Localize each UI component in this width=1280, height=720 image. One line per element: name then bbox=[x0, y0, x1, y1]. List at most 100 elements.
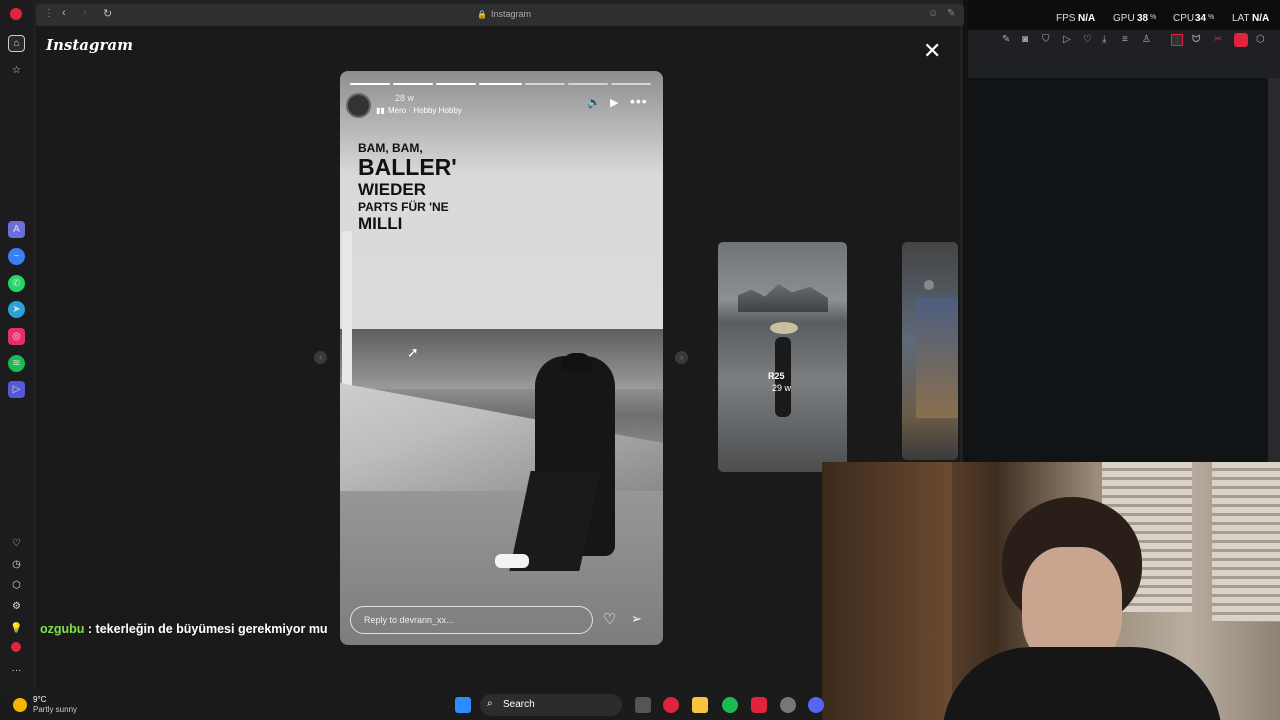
close-icon[interactable]: ✕ bbox=[923, 40, 941, 62]
next-story-button[interactable]: › bbox=[675, 351, 688, 364]
lyric-line: BAM, BAM, bbox=[358, 141, 423, 155]
music-track[interactable]: Mero · Hobby Hobby bbox=[388, 106, 462, 115]
cap-image bbox=[562, 353, 592, 371]
more-icon[interactable]: ··· bbox=[8, 662, 25, 679]
gpu-value: 38 bbox=[1137, 13, 1149, 24]
webcam-feed bbox=[822, 462, 1280, 720]
search-label: Search bbox=[503, 699, 535, 710]
ublock-icon[interactable] bbox=[11, 642, 21, 652]
menu-dots-icon[interactable]: ⋮ bbox=[44, 8, 54, 19]
opera-gx-icon[interactable] bbox=[751, 697, 767, 713]
cpu-label: CPU bbox=[1173, 13, 1195, 24]
lyric-line: PARTS FÜR 'NE bbox=[358, 200, 449, 214]
mute-icon[interactable]: 🔈 bbox=[587, 96, 601, 109]
previous-story-button[interactable]: ‹ bbox=[314, 351, 327, 364]
fps-label: FPS bbox=[1056, 13, 1076, 24]
cat-icon[interactable]: ᗢ bbox=[1192, 34, 1200, 45]
weather-temp[interactable]: 9°C bbox=[33, 695, 46, 704]
pin-icon[interactable]: ✎ bbox=[947, 8, 955, 19]
profile-icon[interactable]: ♙ bbox=[1142, 34, 1151, 45]
opera-logo-icon[interactable] bbox=[10, 8, 22, 20]
extensions-icon[interactable]: ⬡ bbox=[8, 577, 25, 594]
home-icon[interactable]: ⌂ bbox=[8, 35, 25, 52]
instagram-logo[interactable]: Instagram bbox=[46, 36, 133, 54]
download-icon[interactable]: ⤓ bbox=[1102, 34, 1106, 45]
address-bar[interactable]: ⋮ ‹ › ↻ 🔒 Instagram ☺ ✎ bbox=[36, 4, 964, 26]
like-icon[interactable]: ♡ bbox=[603, 610, 616, 628]
task-view-icon[interactable] bbox=[635, 697, 651, 713]
lat-label: LAT bbox=[1232, 13, 1250, 24]
extension-icon[interactable] bbox=[1171, 34, 1183, 46]
send-icon[interactable]: ➢ bbox=[631, 611, 642, 627]
progress-segment bbox=[393, 83, 433, 85]
spotify-icon[interactable] bbox=[722, 697, 738, 713]
progress-segment bbox=[611, 83, 651, 85]
story-viewer[interactable]: 28 w ▮▮ Mero · Hobby Hobby 🔈 ▶ ••• BAM, … bbox=[340, 71, 663, 645]
file-explorer-icon[interactable] bbox=[692, 697, 708, 713]
lat-value: N/A bbox=[1252, 13, 1270, 24]
story-thumbnail-image bbox=[916, 298, 958, 418]
windows-start-icon[interactable] bbox=[455, 697, 471, 713]
progress-segment bbox=[479, 83, 522, 85]
puzzle-icon[interactable]: ⬡ bbox=[1256, 34, 1265, 45]
settings-icon[interactable]: ⚙ bbox=[8, 598, 25, 615]
gpu-unit: % bbox=[1150, 14, 1157, 21]
shield-icon[interactable]: ⛉ bbox=[1042, 34, 1050, 45]
progress-segment bbox=[525, 83, 565, 85]
next-story-time: 29 w bbox=[772, 383, 792, 393]
tools-icon[interactable]: ✂ bbox=[1214, 34, 1222, 45]
reload-icon[interactable]: ↻ bbox=[103, 7, 112, 20]
chat-separator: : bbox=[84, 622, 96, 636]
later-story-preview[interactable] bbox=[902, 242, 958, 460]
chat-username: ozgubu bbox=[40, 622, 85, 636]
url-text[interactable]: Instagram bbox=[491, 9, 531, 19]
shirt-image bbox=[942, 647, 1222, 720]
list-icon[interactable]: ≡ bbox=[1122, 34, 1128, 45]
spotify-icon[interactable]: ≋ bbox=[8, 355, 25, 372]
lyric-line: MILLI bbox=[358, 214, 403, 233]
chat-message: ozgubu : tekerleğin de büyümesi gerekmiy… bbox=[40, 622, 328, 636]
reply-input[interactable]: Reply to devrann_xx... bbox=[350, 606, 593, 634]
browser-sidebar: ⌂ ☆ A ~ ✆ ➤ ◎ ≋ ▷ ♡ ◷ ⬡ ⚙ 💡 ··· bbox=[0, 0, 33, 690]
window-blinds-image bbox=[1212, 462, 1280, 622]
back-icon[interactable]: ‹ bbox=[62, 7, 66, 19]
steam-icon[interactable] bbox=[780, 697, 796, 713]
weather-icon[interactable] bbox=[13, 698, 27, 712]
discord-icon[interactable] bbox=[808, 697, 824, 713]
emoji-icon[interactable]: ☺ bbox=[928, 8, 938, 19]
avatar[interactable] bbox=[346, 93, 371, 118]
star-icon[interactable]: ☆ bbox=[8, 62, 25, 79]
camera-icon[interactable]: ◙ bbox=[1022, 34, 1028, 45]
search-icon: ⌕ bbox=[487, 698, 493, 709]
cpu-unit: % bbox=[1208, 14, 1215, 21]
play-icon[interactable]: ▷ bbox=[1063, 34, 1071, 45]
performance-overlay: FPS N/A GPU 38 % CPU 34 % LAT N/A bbox=[968, 0, 1280, 30]
next-story-preview[interactable]: R25 29 w bbox=[718, 242, 847, 472]
heart-icon[interactable]: ♡ bbox=[8, 535, 25, 552]
progress-segment bbox=[350, 83, 390, 85]
umbrella-image bbox=[770, 322, 798, 334]
cursor-icon: ➚ bbox=[407, 344, 419, 360]
play-icon[interactable]: ▶ bbox=[610, 96, 618, 109]
lock-icon: 🔒 bbox=[477, 10, 487, 19]
player-icon[interactable]: ▷ bbox=[8, 381, 25, 398]
lightbulb-icon[interactable]: 💡 bbox=[8, 620, 25, 637]
messenger-icon[interactable]: ~ bbox=[8, 248, 25, 265]
weather-desc[interactable]: Partly sunny bbox=[33, 705, 77, 714]
instagram-icon[interactable]: ◎ bbox=[8, 328, 25, 345]
side-panel bbox=[968, 78, 1268, 463]
progress-segment bbox=[436, 83, 476, 85]
edit-icon[interactable]: ✎ bbox=[1002, 34, 1010, 45]
aria-icon[interactable]: A bbox=[8, 221, 25, 238]
forward-icon[interactable]: › bbox=[83, 7, 87, 19]
scrollbar[interactable] bbox=[1268, 78, 1280, 463]
telegram-icon[interactable]: ➤ bbox=[8, 301, 25, 318]
music-icon: ▮▮ bbox=[376, 106, 385, 115]
opera-icon[interactable] bbox=[663, 697, 679, 713]
whatsapp-icon[interactable]: ✆ bbox=[8, 275, 25, 292]
ublock-icon[interactable] bbox=[1234, 33, 1248, 47]
heart-icon[interactable]: ♡ bbox=[1083, 34, 1092, 45]
search-box[interactable]: ⌕ Search bbox=[480, 694, 622, 716]
more-options-icon[interactable]: ••• bbox=[630, 93, 648, 109]
history-icon[interactable]: ◷ bbox=[8, 556, 25, 573]
